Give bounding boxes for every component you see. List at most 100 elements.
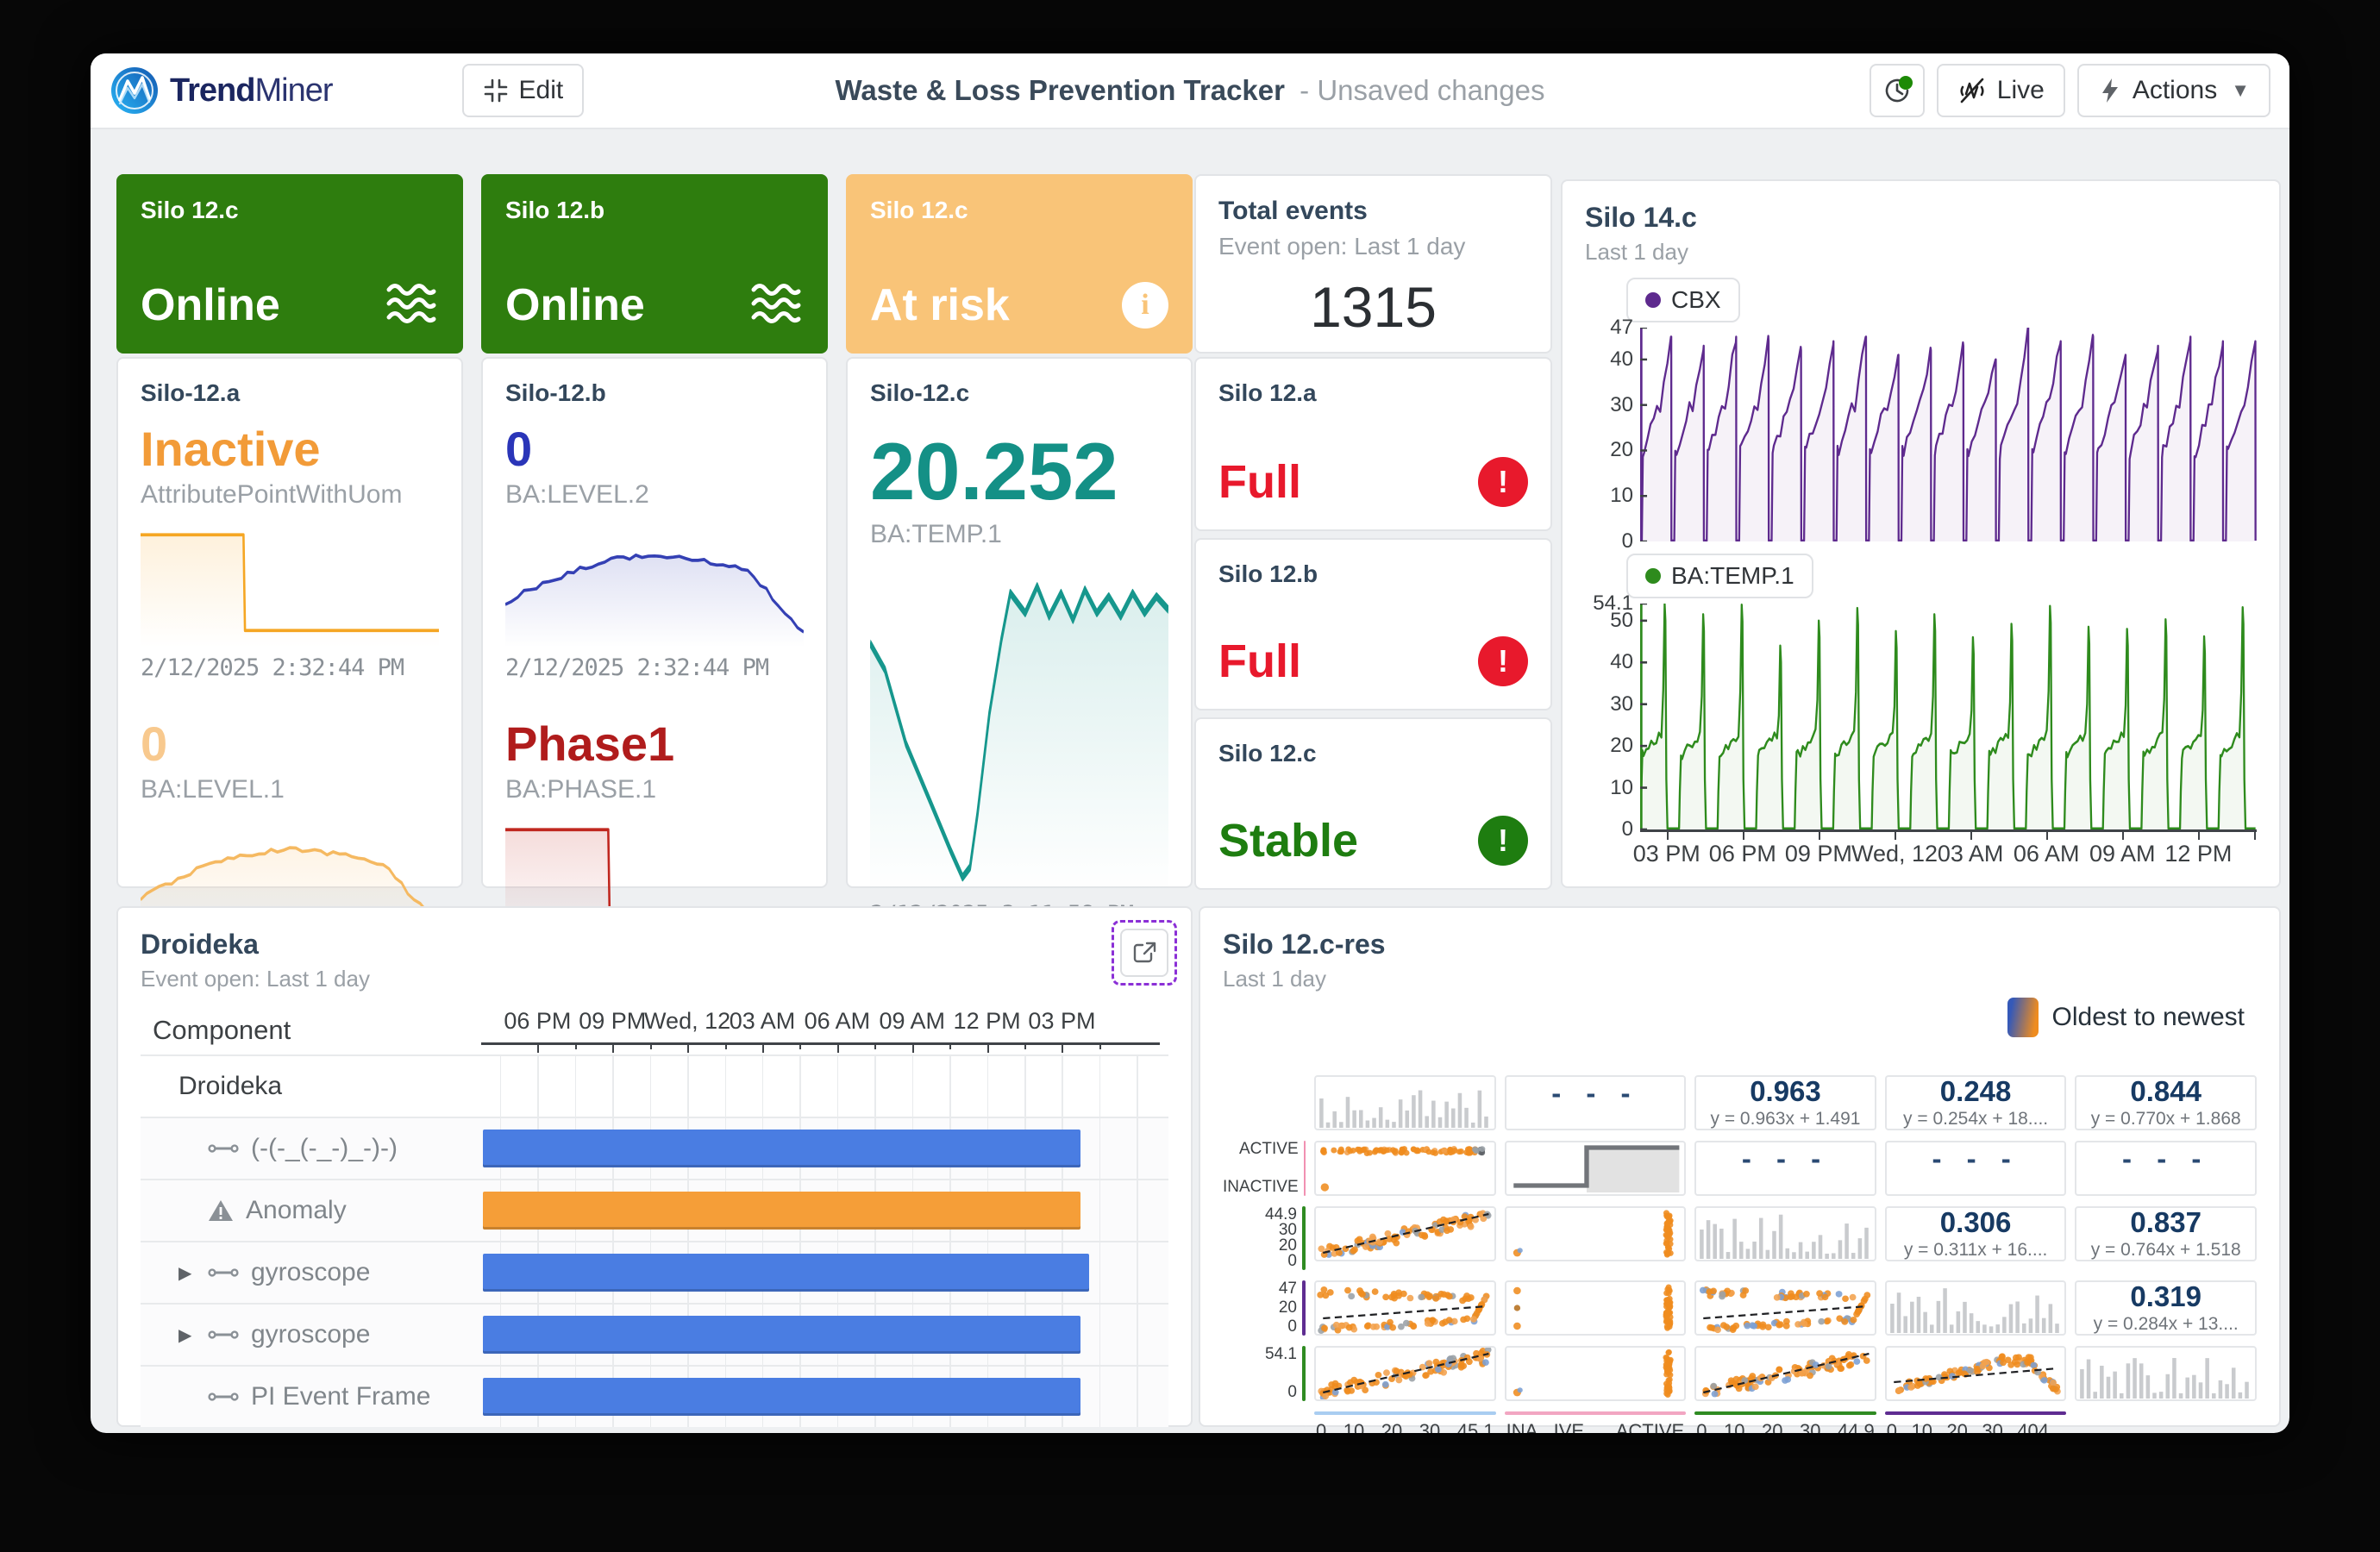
gantt-row: ▶gyroscope <box>141 1241 1168 1303</box>
y-tick-label: 0 <box>1622 529 1633 554</box>
x-tick-label: 0 <box>1887 1420 1897 1433</box>
refresh-schedule-button[interactable] <box>1870 64 1925 117</box>
fit-equation: y = 0.963x + 1.491 <box>1711 1109 1861 1130</box>
edit-button-label: Edit <box>519 76 564 105</box>
y-tick-label: 30 <box>1610 692 1633 717</box>
x-tick-label: 03 AM <box>1938 841 2004 867</box>
tile-total-events[interactable]: Total events Event open: Last 1 day 1315 <box>1194 174 1552 354</box>
gantt-gridline <box>874 1056 876 1117</box>
gantt-bar[interactable] <box>483 1130 1080 1167</box>
tile-silo-12a[interactable]: Silo-12.a Inactive AttributePointWithUom… <box>116 357 463 888</box>
metric-label: BA:LEVEL.1 <box>141 775 439 804</box>
matrix-corner <box>1223 1411 1306 1433</box>
gantt-axis-minor-tick <box>799 1045 801 1049</box>
expand-caret-icon[interactable]: ▶ <box>178 1262 196 1284</box>
status-tile-silo-12-c[interactable]: Silo 12.cOnline <box>116 174 463 354</box>
gantt-gridline <box>837 1056 839 1117</box>
gantt-bar[interactable] <box>483 1316 1080 1354</box>
metric-label: BA:TEMP.1 <box>870 520 1168 549</box>
gantt-bar[interactable] <box>483 1192 1080 1230</box>
matrix-cell-r1c3: 0.963y = 0.963x + 1.491 <box>1694 1075 1876 1130</box>
panel-silo-14c[interactable]: Silo 14.c Last 1 day CBX47403020100BA:TE… <box>1561 179 2281 888</box>
y-tick-label: 47 <box>1610 316 1633 340</box>
gantt-bar[interactable] <box>483 1378 1080 1416</box>
gantt-gridline <box>1137 1118 1138 1179</box>
gantt-row-plot <box>481 1118 1168 1179</box>
y-tick-label: 0 <box>1287 1319 1297 1335</box>
alert-tile-silo-12-b[interactable]: Silo 12.bFull! <box>1194 538 1552 710</box>
fit-equation: y = 0.764x + 1.518 <box>2091 1240 2241 1261</box>
x-tick-label: 10 <box>1343 1420 1364 1433</box>
x-tick-label: 30 <box>1982 1420 2002 1433</box>
gantt-axis-minor-tick <box>949 1045 951 1049</box>
legend-chip-cbx: CBX <box>1626 278 1740 322</box>
tile-silo-12b[interactable]: Silo-12.b 0 BA:LEVEL.2 2/12/2025 2:32:44… <box>481 357 828 888</box>
gantt-time-axis: 06 PM09 PMWed, 1203 AM06 AM09 AM12 PM03 … <box>481 1006 1168 1054</box>
matrix-cell-r5c2 <box>1505 1346 1687 1401</box>
gantt-bar[interactable] <box>483 1254 1089 1292</box>
trend-chart-row: 54.150403020100 <box>1585 604 2257 829</box>
y-tick-label: 10 <box>1610 776 1633 800</box>
gantt-gridline <box>1099 1118 1101 1179</box>
matrix-row-tick-labels: 44.930200 <box>1265 1206 1297 1270</box>
matrix-row-tick-labels: 54.10 <box>1265 1346 1297 1401</box>
gantt-gridline <box>1137 1305 1138 1365</box>
metric-label: AttributePointWithUom <box>141 480 439 510</box>
tile-title: Silo-12.c <box>870 379 1168 407</box>
gantt-gridline <box>1099 1056 1101 1117</box>
waves-icon <box>748 281 804 330</box>
x-tick-label: 09 PM <box>1785 841 1852 867</box>
correlation-value: 0.837 <box>2130 1208 2202 1236</box>
waves-icon <box>384 281 439 330</box>
logo-text-light: Miner <box>254 72 332 109</box>
correlation-value: 0.319 <box>2130 1282 2202 1311</box>
status-tile-name: Silo 12.b <box>505 197 804 224</box>
live-button[interactable]: Live <box>1937 64 2065 117</box>
panel-title: Droideka <box>141 929 1168 961</box>
lightning-icon <box>2098 77 2122 104</box>
y-tick-label: 54.1 <box>1265 1347 1297 1362</box>
y-tick-label: 20 <box>1279 1300 1297 1316</box>
status-tile-silo-12-c[interactable]: Silo 12.cAt riski <box>846 174 1193 354</box>
panel-droideka[interactable]: Droideka Event open: Last 1 day Componen… <box>116 906 1193 1427</box>
y-tick-label: INACTIVE <box>1223 1180 1299 1195</box>
correlation-empty: - - - <box>1696 1142 1875 1175</box>
fit-equation: y = 0.254x + 18.... <box>1903 1109 2048 1130</box>
event-link-icon <box>208 1390 239 1404</box>
edit-button[interactable]: Edit <box>462 64 585 117</box>
expand-caret-icon[interactable]: ▶ <box>178 1324 196 1346</box>
trendminer-logo: TrendMiner <box>110 66 333 116</box>
x-tick-label: 09 AM <box>2089 841 2156 867</box>
gantt-gridline <box>1137 1367 1138 1427</box>
tile-title: Total events <box>1218 197 1528 226</box>
matrix-cell-r3c5: 0.837 y = 0.764x + 1.518 <box>2075 1206 2257 1261</box>
gantt-axis-tick <box>612 1045 614 1053</box>
gantt-gridline <box>1137 1242 1138 1303</box>
status-tile-silo-12-b[interactable]: Silo 12.bOnline <box>481 174 828 354</box>
matrix-cell-r5c5 <box>2075 1346 2257 1401</box>
gantt-row: ▶gyroscope <box>141 1303 1168 1365</box>
matrix-cell-r1c5: 0.844y = 0.770x + 1.868 <box>2075 1075 2257 1130</box>
actions-button[interactable]: Actions ▼ <box>2077 64 2270 117</box>
trend-chart <box>1640 604 2257 829</box>
gantt-row: Anomaly <box>141 1179 1168 1241</box>
x-tick-label: 20 <box>1762 1420 1782 1433</box>
open-in-new-button[interactable] <box>1120 929 1168 977</box>
alert-tile-silo-12-a[interactable]: Silo 12.aFull! <box>1194 357 1552 531</box>
collapse-icon <box>483 78 509 103</box>
metric-value: Inactive <box>141 424 439 475</box>
dashboard-content: Silo 12.cOnlineSilo 12.bOnlineSilo 12.cA… <box>91 129 2289 1433</box>
panel-silo-12c-res[interactable]: Silo 12.c-res Last 1 day Oldest to newes… <box>1199 906 2281 1427</box>
tile-subtitle: Event open: Last 1 day <box>1218 233 1528 260</box>
alert-tile-silo-12-c[interactable]: Silo 12.cStable! <box>1194 717 1552 890</box>
gantt-row-plot <box>481 1305 1168 1365</box>
gantt-row-label-cell: Anomaly <box>141 1180 481 1241</box>
tile-silo-12c[interactable]: Silo-12.c 20.252 BA:TEMP.1 2/12/2025 3:1… <box>846 357 1193 888</box>
gantt-axis-label: 09 PM <box>579 1008 646 1035</box>
alert-value: Full <box>1218 635 1301 688</box>
sparkline <box>141 520 439 648</box>
chevron-down-icon: ▼ <box>2231 79 2250 102</box>
matrix-col-axis-2: 010203044.9 <box>1694 1411 1876 1433</box>
y-tick-label: 30 <box>1610 393 1633 417</box>
x-tick <box>1667 831 1669 840</box>
